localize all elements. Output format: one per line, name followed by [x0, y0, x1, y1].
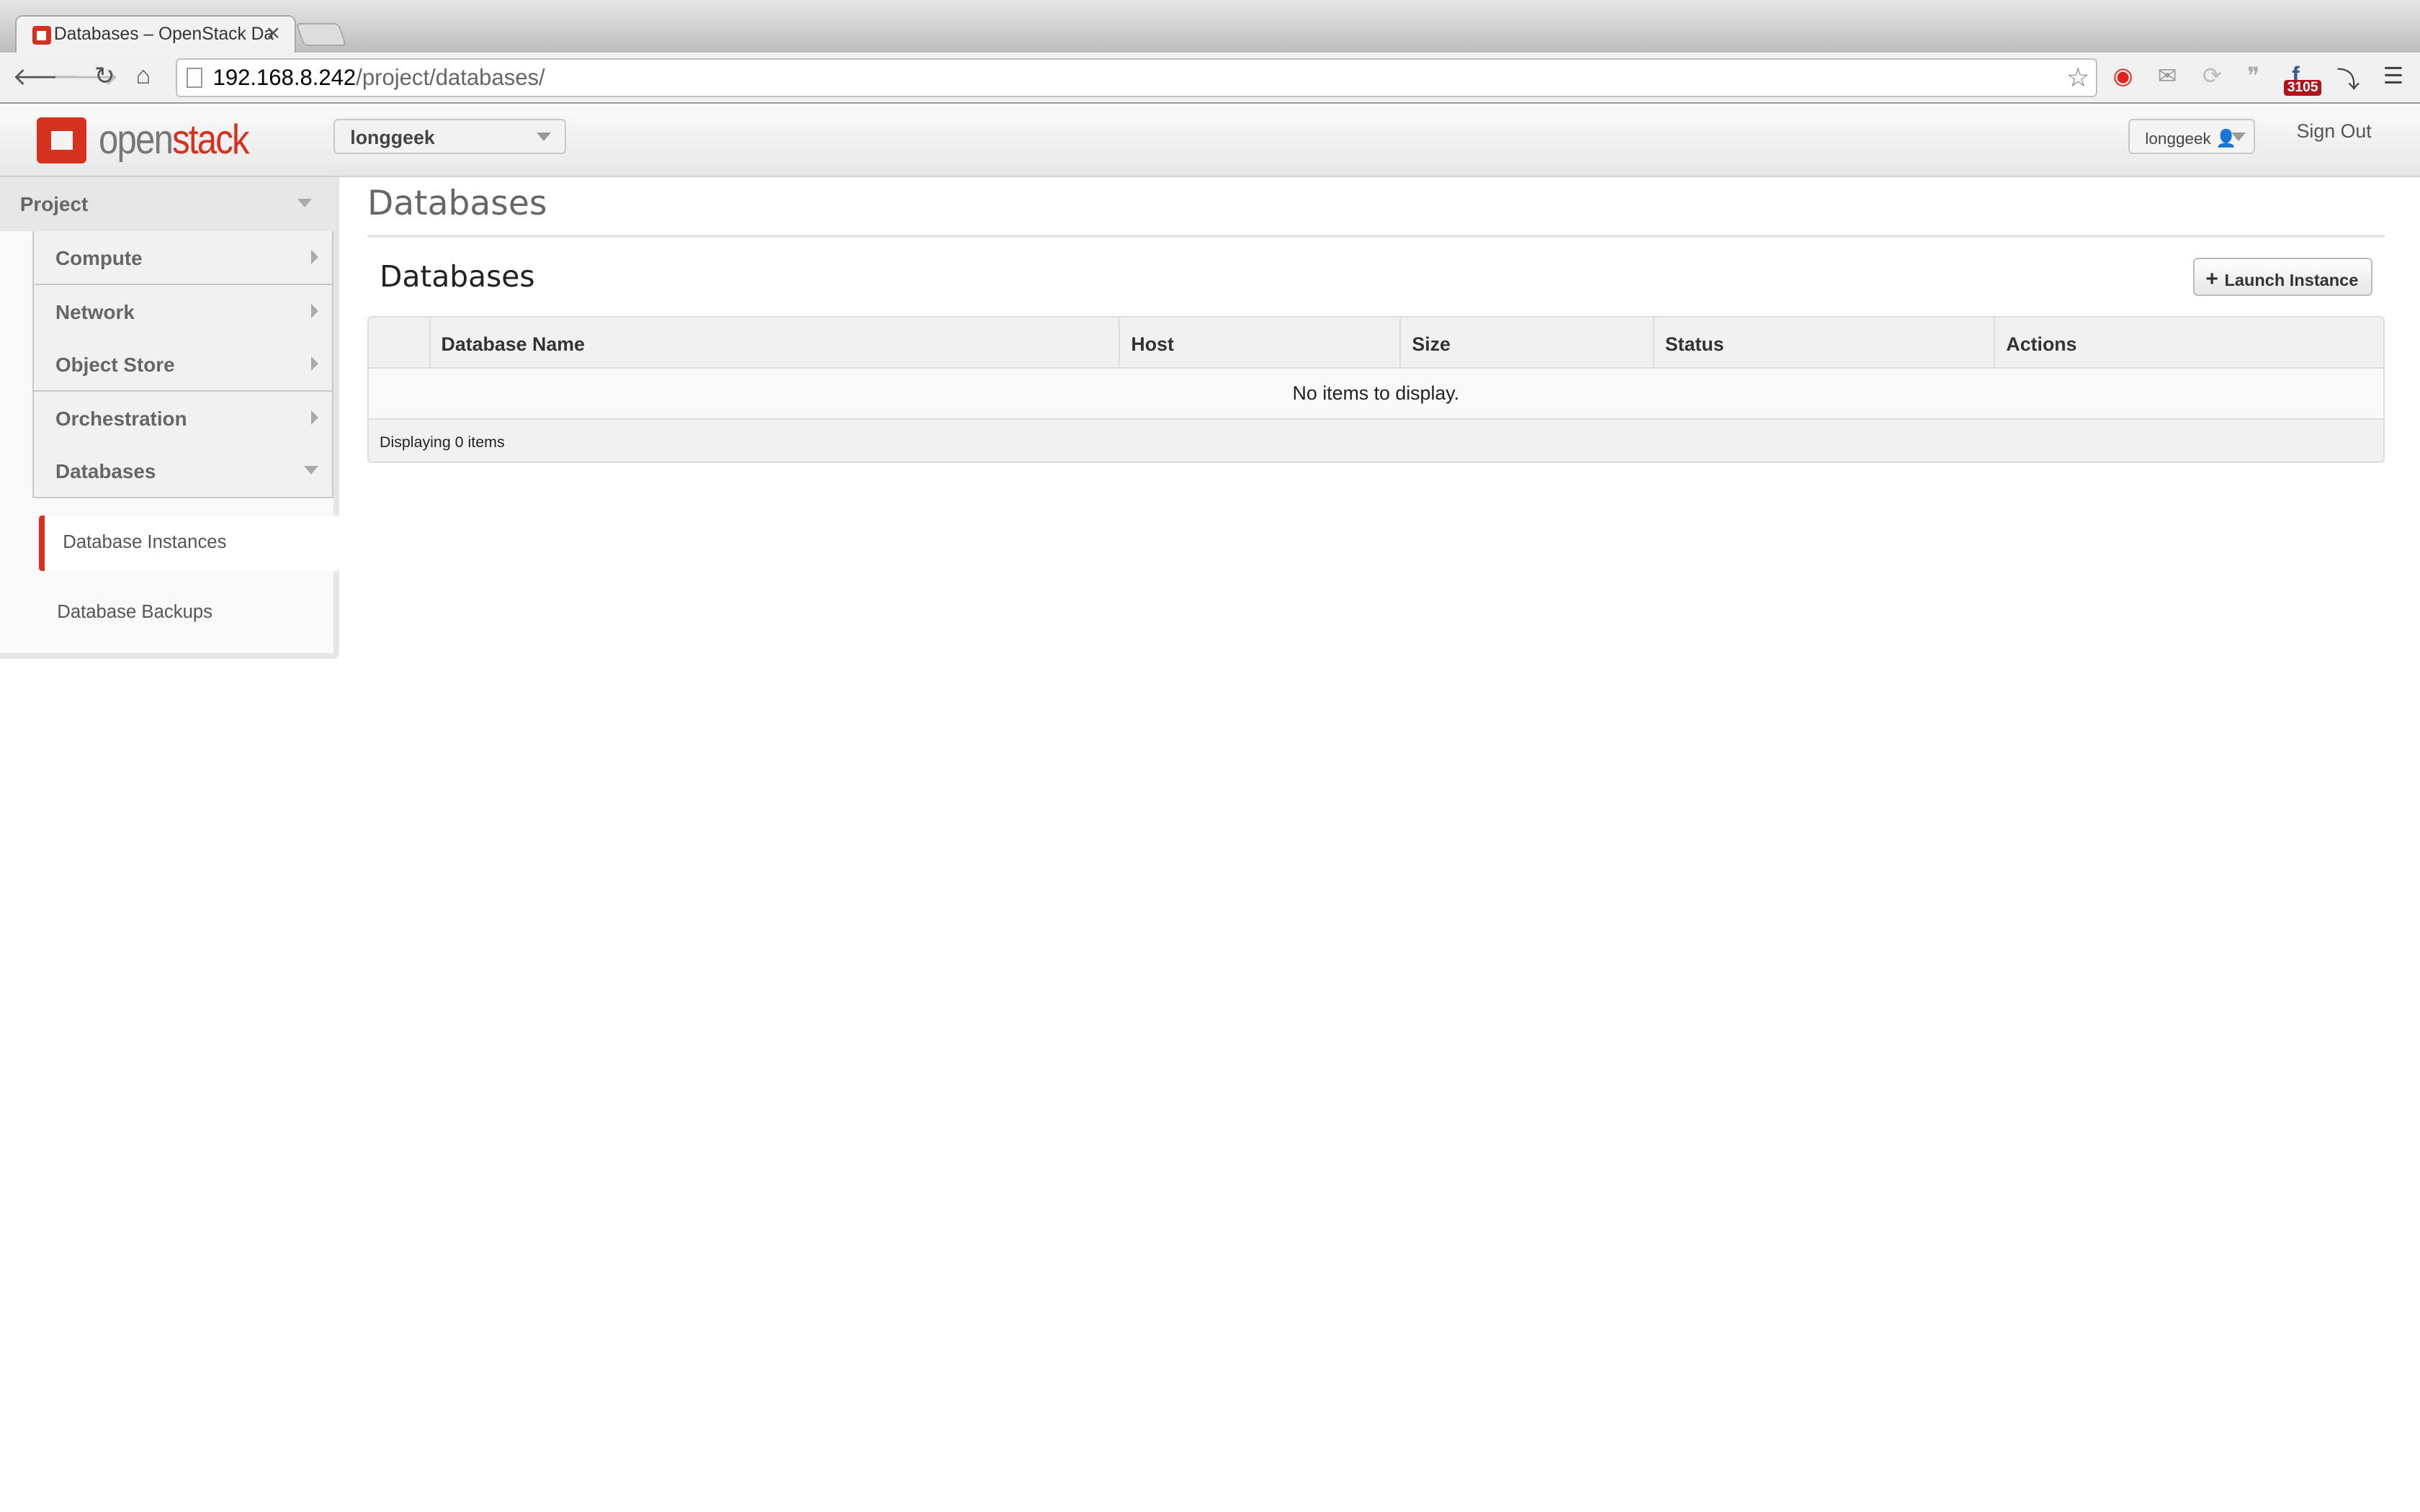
new-tab-button[interactable] — [295, 23, 347, 47]
chevron-down-icon — [537, 132, 552, 141]
project-selector[interactable]: longgeek — [333, 118, 567, 155]
menu-icon[interactable]: ☰ — [2383, 62, 2404, 89]
app-header: openstack longgeek longgeek 👤 Sign Out — [0, 103, 2420, 178]
sidebar-item-label: Orchestration — [55, 407, 187, 430]
column-actions: Actions — [1994, 318, 2383, 367]
openstack-logo-icon[interactable] — [37, 117, 86, 164]
column-status[interactable]: Status — [1652, 318, 1994, 367]
select-all-column[interactable] — [369, 318, 429, 367]
sidebar: Project Compute Network Object Store Orc… — [0, 177, 340, 659]
column-size[interactable]: Size — [1399, 318, 1652, 367]
page-icon — [187, 68, 202, 88]
table-header: Database Name Host Size Status Actions — [368, 318, 2383, 369]
sidebar-item-database-backups[interactable]: Database Backups — [39, 585, 340, 640]
sidebar-item-label: Compute — [55, 246, 143, 269]
chevron-down-icon — [303, 466, 318, 474]
chevron-right-icon — [310, 304, 318, 319]
page-title: Databases — [367, 177, 2385, 238]
sidebar-item-orchestration[interactable]: Orchestration — [32, 392, 333, 446]
url-host: 192.168.8.242 — [212, 64, 357, 90]
sidebar-section-label: Project — [19, 192, 89, 215]
logo-open: open — [99, 116, 174, 163]
sidebar-item-database-instances[interactable]: Database Instances — [38, 515, 340, 571]
sidebar-item-label: Network — [55, 300, 135, 323]
sidebar-item-network[interactable]: Network — [32, 285, 333, 340]
browser-window: Databases – OpenStack Da ✕ 🡐 🡒 ↻ ⌂ 192.1… — [0, 0, 2420, 1512]
url-path: /project/databases/ — [356, 64, 545, 90]
sync-icon[interactable]: ⟳ — [2202, 62, 2222, 89]
table-footer: Displaying 0 items — [368, 419, 2383, 462]
close-tab-icon[interactable]: ✕ — [266, 23, 282, 45]
databases-table: Database Name Host Size Status Actions N… — [367, 316, 2385, 463]
bookmark-star-icon[interactable]: ☆ — [2066, 62, 2090, 93]
quote-icon[interactable]: ❞ — [2247, 62, 2259, 89]
chevron-right-icon — [310, 356, 318, 371]
download-icon[interactable]: ⤵ — [2336, 62, 2360, 95]
openstack-logo-text[interactable]: openstack — [99, 116, 250, 163]
user-menu[interactable]: longgeek 👤 — [2128, 118, 2255, 155]
launch-instance-label: Launch Instance — [2224, 270, 2359, 289]
column-database-name[interactable]: Database Name — [429, 318, 1119, 367]
gmail-icon[interactable]: ✉ — [2158, 62, 2177, 89]
chevron-right-icon — [310, 250, 318, 265]
username: longgeek — [2145, 129, 2211, 148]
openstack-favicon-icon — [32, 26, 51, 45]
tab-title: Databases – OpenStack Da — [53, 24, 274, 45]
sidebar-project-header[interactable]: Project — [0, 177, 334, 232]
chevron-down-icon — [2231, 132, 2246, 141]
extension-badge: 3105 — [2284, 80, 2321, 96]
home-icon[interactable]: ⌂ — [136, 62, 151, 90]
chevron-down-icon — [297, 199, 313, 207]
browser-tab[interactable]: Databases – OpenStack Da ✕ — [15, 15, 297, 54]
launch-instance-button[interactable]: + Launch Instance — [2193, 257, 2372, 297]
main-content: Databases Databases + Launch Instance Dat… — [367, 177, 2385, 463]
sidebar-item-databases[interactable]: Databases — [32, 444, 333, 499]
plus-icon: + — [2205, 266, 2218, 291]
empty-message: No items to display. — [368, 368, 2383, 420]
sidebar-item-compute[interactable]: Compute — [32, 231, 333, 286]
address-bar[interactable]: 192.168.8.242/project/databases/ ☆ — [176, 58, 2098, 97]
column-host[interactable]: Host — [1119, 318, 1399, 367]
sidebar-item-object-store[interactable]: Object Store — [32, 338, 333, 392]
sidebar-item-label: Database Backups — [57, 601, 213, 622]
sidebar-item-label: Database Instances — [63, 532, 227, 553]
table-title: Databases — [380, 258, 535, 294]
sidebar-item-label: Object Store — [55, 353, 175, 376]
weibo-icon[interactable]: ◉ — [2113, 62, 2133, 89]
tab-strip: Databases – OpenStack Da ✕ — [0, 0, 2420, 54]
sign-out-link[interactable]: Sign Out — [2297, 120, 2372, 143]
sidebar-item-label: Databases — [55, 459, 156, 482]
project-name: longgeek — [350, 126, 435, 148]
browser-toolbar: 🡐 🡒 ↻ ⌂ 192.168.8.242/project/databases/… — [0, 52, 2420, 104]
chevron-right-icon — [310, 410, 318, 425]
logo-stack: stack — [172, 116, 249, 163]
reload-icon[interactable]: ↻ — [94, 62, 115, 91]
